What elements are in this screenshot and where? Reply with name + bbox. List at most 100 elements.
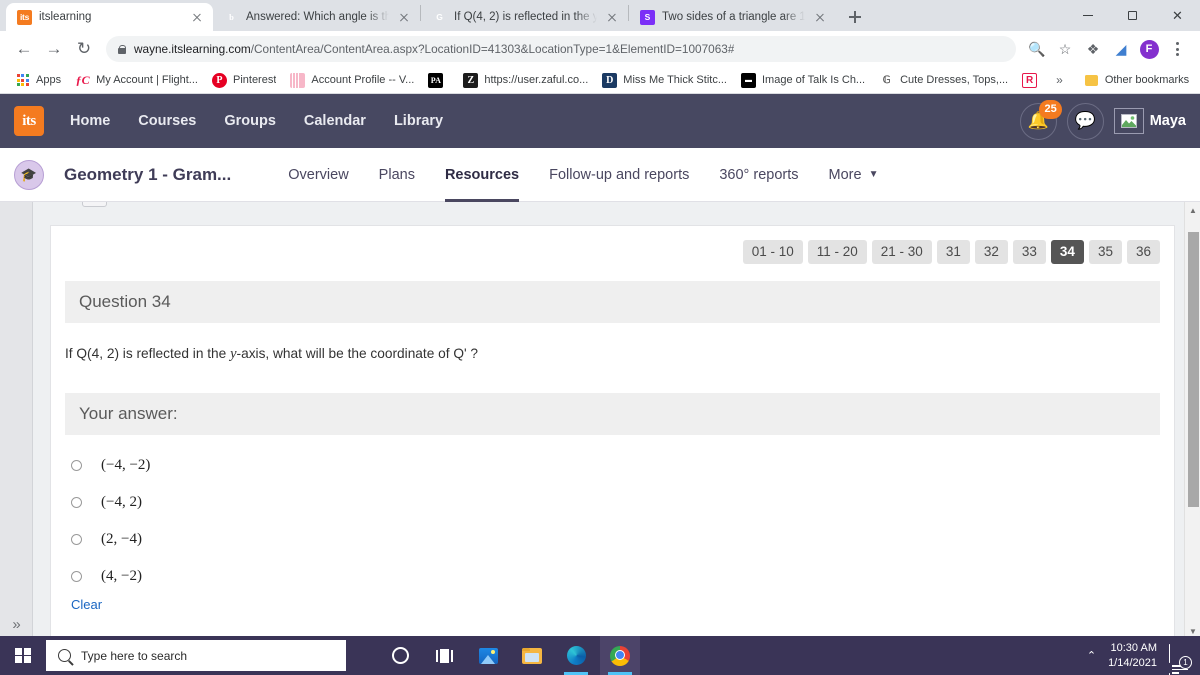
option-1[interactable]: (−4, −2) bbox=[65, 447, 1160, 484]
close-tab-icon[interactable] bbox=[812, 9, 828, 25]
browser-tab-3[interactable]: G If Q(4, 2) is reflected in the y-axis bbox=[421, 3, 628, 31]
bookmark-flight-account[interactable]: ƒC My Account | Flight... bbox=[68, 69, 205, 91]
bookmark-label: My Account | Flight... bbox=[96, 74, 198, 86]
nav-item-groups[interactable]: Groups bbox=[224, 113, 276, 129]
bookmark-pinterest[interactable]: P Pinterest bbox=[205, 69, 283, 91]
option-2[interactable]: (−4, 2) bbox=[65, 484, 1160, 521]
radio-button[interactable] bbox=[71, 533, 82, 545]
reload-button[interactable]: ↻ bbox=[70, 35, 98, 63]
forward-button[interactable]: → bbox=[40, 35, 68, 63]
d-icon: D bbox=[602, 72, 618, 88]
bookmark-star-icon[interactable]: ☆ bbox=[1052, 36, 1078, 62]
nav-item-calendar[interactable]: Calendar bbox=[304, 113, 366, 129]
nav-item-home[interactable]: Home bbox=[70, 113, 110, 129]
task-view-icon[interactable] bbox=[424, 636, 464, 675]
tab-resources[interactable]: Resources bbox=[444, 148, 520, 202]
google-chrome-icon[interactable] bbox=[600, 636, 640, 675]
radio-button[interactable] bbox=[71, 459, 82, 471]
bookmark-talk-is-cheap[interactable]: ▬ Image of Talk Is Ch... bbox=[734, 69, 872, 91]
close-tab-icon[interactable] bbox=[396, 9, 412, 25]
pager-01-10[interactable]: 01 - 10 bbox=[742, 240, 803, 264]
messages-button[interactable]: 💬 bbox=[1066, 102, 1104, 140]
new-tab-button[interactable] bbox=[842, 4, 868, 30]
pager-31[interactable]: 31 bbox=[936, 240, 970, 264]
file-explorer-icon[interactable] bbox=[512, 636, 552, 675]
action-center-icon[interactable]: 1 bbox=[1169, 644, 1192, 675]
pager-32[interactable]: 32 bbox=[974, 240, 1008, 264]
page-scrollbar[interactable]: ▲ ▼ bbox=[1184, 202, 1200, 640]
minimize-button[interactable] bbox=[1065, 0, 1110, 31]
kebab-menu-icon[interactable] bbox=[1164, 36, 1190, 62]
back-button[interactable]: ← bbox=[10, 35, 38, 63]
radio-button[interactable] bbox=[71, 496, 82, 508]
close-tab-icon[interactable] bbox=[604, 9, 620, 25]
bookmark-missme[interactable]: D Miss Me Thick Stitc... bbox=[595, 69, 734, 91]
microsoft-edge-icon[interactable] bbox=[556, 636, 596, 675]
pager-34[interactable]: 34 bbox=[1050, 240, 1084, 264]
tray-expand-chevron-icon[interactable]: ⌃ bbox=[1087, 649, 1096, 662]
address-bar[interactable]: wayne.itslearning.com/ContentArea/Conten… bbox=[106, 36, 1016, 62]
notifications-button[interactable]: 🔔 25 bbox=[1019, 99, 1062, 140]
brainly-b-icon: b bbox=[229, 11, 234, 22]
bookmarks-overflow-button[interactable]: » bbox=[1050, 73, 1069, 87]
bookmark-apps[interactable]: Apps bbox=[8, 69, 68, 91]
bookmark-zaful[interactable]: Z https://user.zaful.co... bbox=[456, 69, 595, 91]
browser-tab-1[interactable]: its itslearning bbox=[6, 3, 213, 31]
bookmark-label: Image of Talk Is Ch... bbox=[761, 74, 866, 86]
chevron-down-icon: ▼ bbox=[868, 169, 879, 180]
cast-icon[interactable]: ◢ bbox=[1108, 36, 1134, 62]
other-bookmarks-button[interactable]: Other bookmarks bbox=[1077, 69, 1196, 91]
question-pager: 01 - 10 11 - 20 21 - 30 31 32 33 34 35 3… bbox=[51, 226, 1174, 264]
double-chevron-right-icon[interactable]: » bbox=[0, 612, 33, 636]
zoom-search-icon[interactable]: 🔍 bbox=[1024, 36, 1050, 62]
clock[interactable]: 10:30 AM 1/14/2021 bbox=[1108, 641, 1157, 671]
pager-33[interactable]: 33 bbox=[1012, 240, 1046, 264]
extensions-puzzle-icon[interactable]: ❖ bbox=[1080, 36, 1106, 62]
clear-answer-link[interactable]: Clear bbox=[71, 597, 1160, 612]
scrollbar-thumb[interactable] bbox=[1188, 232, 1199, 507]
tab-plans[interactable]: Plans bbox=[379, 148, 415, 202]
bookmark-account-profile[interactable]: Account Profile -- V... bbox=[283, 69, 421, 91]
option-3[interactable]: (2, −4) bbox=[65, 521, 1160, 558]
windows-start-icon[interactable] bbox=[0, 636, 46, 675]
user-menu[interactable]: Maya bbox=[1113, 108, 1186, 134]
nav-item-library[interactable]: Library bbox=[394, 113, 443, 129]
option-4[interactable]: (4, −2) bbox=[65, 558, 1160, 595]
tab-follow-up-and-reports[interactable]: Follow-up and reports bbox=[549, 148, 689, 202]
bookmark-r[interactable]: R bbox=[1015, 69, 1050, 91]
radio-button[interactable] bbox=[71, 570, 82, 582]
bookmark-pa[interactable]: PA bbox=[421, 69, 456, 91]
taskbar-search-input[interactable]: Type here to search bbox=[46, 640, 346, 671]
user-name: Maya bbox=[1149, 113, 1186, 129]
stripes-icon bbox=[290, 72, 306, 88]
profile-avatar[interactable]: F bbox=[1136, 36, 1162, 62]
pager-11-20[interactable]: 11 - 20 bbox=[807, 240, 867, 264]
action-center-count: 1 bbox=[1179, 656, 1192, 669]
bookmark-cute-dresses[interactable]: 𝔾 Cute Dresses, Tops,... bbox=[872, 69, 1015, 91]
pager-36[interactable]: 36 bbox=[1126, 240, 1160, 264]
cortana-icon[interactable] bbox=[380, 636, 420, 675]
other-bookmarks-label: Other bookmarks bbox=[1104, 74, 1190, 86]
browser-tabstrip: its itslearning b Answered: Which angle … bbox=[0, 0, 1200, 31]
browser-tab-4[interactable]: S Two sides of a triangle are 10 cm bbox=[629, 3, 836, 31]
z-icon: Z bbox=[463, 72, 479, 88]
page-scroll-body: 01 - 10 11 - 20 21 - 30 31 32 33 34 35 3… bbox=[33, 202, 1184, 640]
tab-360-reports[interactable]: 360° reports bbox=[719, 148, 798, 202]
address-bar-text: wayne.itslearning.com/ContentArea/Conten… bbox=[134, 42, 734, 56]
nav-item-courses[interactable]: Courses bbox=[138, 113, 196, 129]
web-page: its Home Courses Groups Calendar Library… bbox=[0, 94, 1200, 640]
answer-header: Your answer: bbox=[65, 392, 1160, 435]
pager-35[interactable]: 35 bbox=[1088, 240, 1122, 264]
tab-more[interactable]: More ▼ bbox=[829, 148, 879, 202]
scroll-up-arrow-icon[interactable]: ▲ bbox=[1185, 202, 1200, 219]
close-window-button[interactable]: ✕ bbox=[1155, 0, 1200, 31]
tab-overview[interactable]: Overview bbox=[288, 148, 348, 202]
close-tab-icon[interactable] bbox=[189, 9, 205, 25]
itslearning-logo-icon[interactable]: its bbox=[14, 106, 44, 136]
browser-tab-2[interactable]: b Answered: Which angle is the larg bbox=[213, 3, 420, 31]
graduation-cap-icon: 🎓 bbox=[14, 159, 44, 190]
profile-initial: F bbox=[1139, 39, 1159, 59]
pager-21-30[interactable]: 21 - 30 bbox=[871, 240, 932, 264]
photos-icon[interactable] bbox=[468, 636, 508, 675]
maximize-button[interactable] bbox=[1110, 0, 1155, 31]
